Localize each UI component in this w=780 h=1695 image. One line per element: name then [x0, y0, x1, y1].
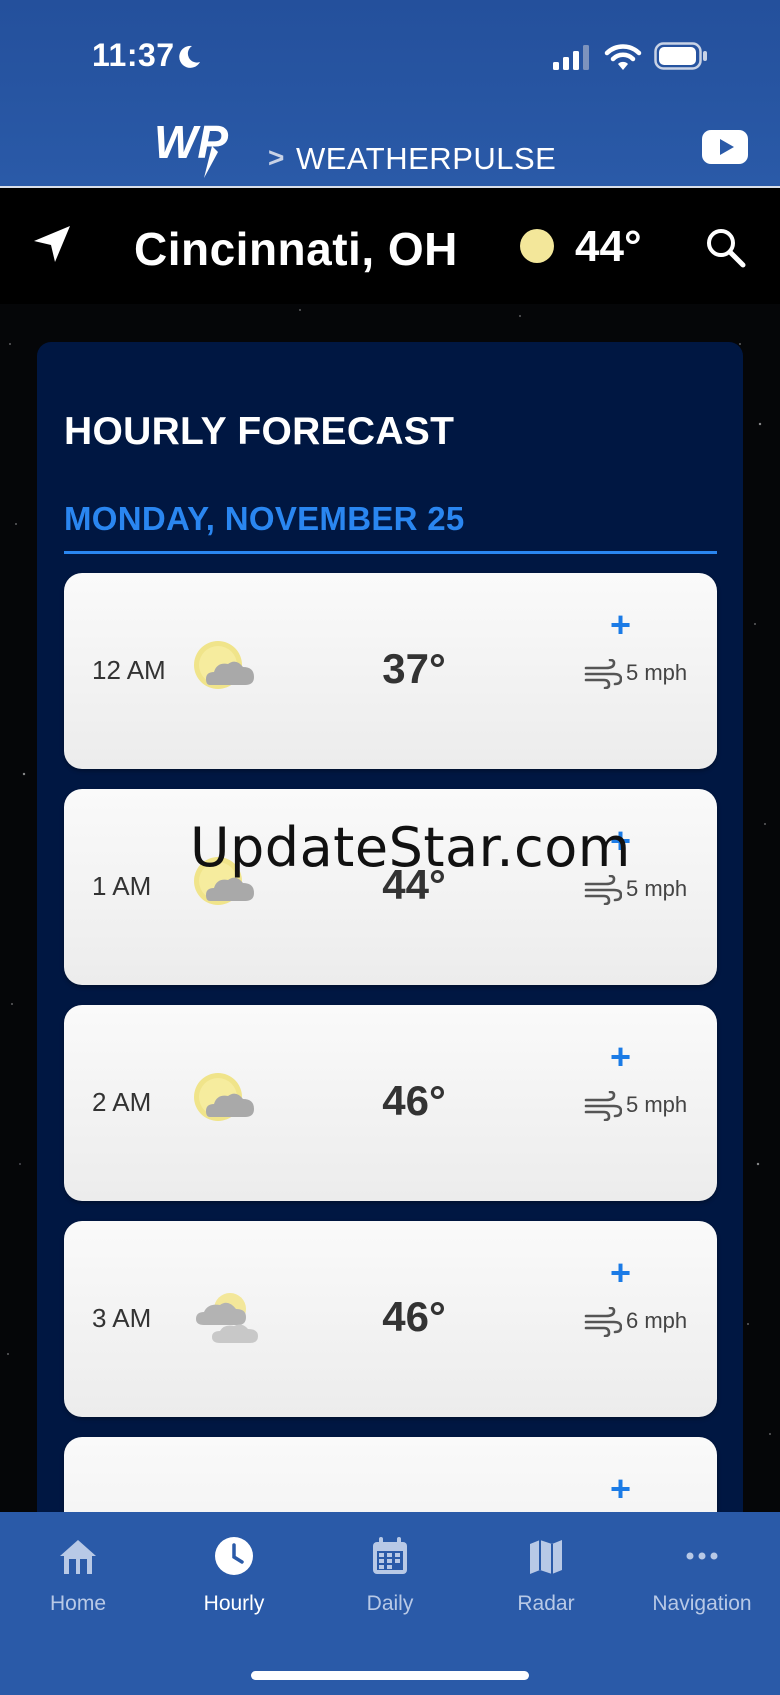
- app-header: 11:37 WP > WEATHERPULSE: [0, 0, 780, 186]
- forecast-date: MONDAY, NOVEMBER 25: [64, 500, 465, 537]
- home-indicator[interactable]: [251, 1671, 529, 1680]
- hour-card[interactable]: 3 AM 46° + 6 mph: [64, 1221, 717, 1417]
- tab-label: Home: [49, 1592, 107, 1615]
- location-name[interactable]: Cincinnati, OH: [134, 222, 458, 276]
- partly-cloudy-icon: [194, 641, 254, 689]
- location-bar: Cincinnati, OH 44°: [0, 188, 780, 304]
- watermark-text: UpdateStar.com: [190, 816, 631, 879]
- hour-temperature: 46°: [382, 1077, 446, 1124]
- tab-label: Daily: [366, 1592, 414, 1615]
- mostly-cloudy-icon: [196, 1293, 258, 1343]
- hour-time: 1 AM: [92, 871, 152, 901]
- brand-separator: >: [268, 142, 285, 173]
- wind-icon: [584, 1091, 622, 1121]
- expand-plus-icon[interactable]: +: [610, 1255, 631, 1291]
- wind-icon: [584, 1307, 622, 1337]
- wifi-icon: [604, 44, 642, 70]
- hour-temperature: 46°: [382, 1293, 446, 1340]
- hour-card[interactable]: 2 AM 46° + 5 mph: [64, 1005, 717, 1201]
- date-divider: [64, 551, 717, 554]
- tab-daily[interactable]: Daily: [312, 1534, 468, 1644]
- status-time: 11:37: [92, 37, 175, 73]
- wind-speed: 5 mph: [626, 660, 688, 685]
- hourly-forecast-panel: HOURLY FORECAST MONDAY, NOVEMBER 25 12 A…: [37, 342, 743, 1542]
- expand-plus-icon[interactable]: +: [610, 1039, 631, 1075]
- tab-navigation[interactable]: Navigation: [624, 1534, 780, 1644]
- partly-cloudy-icon: [194, 1073, 254, 1121]
- tab-radar[interactable]: Radar: [468, 1534, 624, 1644]
- wind-speed: 6 mph: [626, 1308, 688, 1333]
- wind-speed: 5 mph: [626, 876, 688, 901]
- youtube-icon[interactable]: [702, 130, 748, 164]
- clock-icon: [215, 1537, 253, 1575]
- bottom-tab-bar: Home Hourly Daily Radar Navigation: [0, 1512, 780, 1695]
- svg-text:WP: WP: [154, 118, 228, 168]
- hour-temperature: 37°: [382, 645, 446, 692]
- tab-label: Navigation: [652, 1592, 752, 1615]
- more-icon: [686, 1552, 718, 1560]
- weatherpulse-app: 11:37 WP > WEATHERPULSE Cincinnati, OH 4…: [0, 0, 780, 1695]
- hour-time: 3 AM: [92, 1303, 152, 1333]
- sun-icon: [520, 229, 554, 263]
- expand-plus-icon[interactable]: +: [610, 607, 631, 643]
- wind-speed: 5 mph: [626, 1092, 688, 1117]
- brand-name: WEATHERPULSE: [296, 141, 557, 176]
- hour-card[interactable]: 12 AM 37° + 5 mph: [64, 573, 717, 769]
- cellular-signal-icon: [553, 45, 589, 70]
- current-temperature: 44°: [575, 222, 642, 271]
- tab-hourly[interactable]: Hourly: [156, 1534, 312, 1644]
- wind-icon: [584, 659, 622, 689]
- panel-title: HOURLY FORECAST: [64, 410, 455, 453]
- hour-time: 12 AM: [92, 655, 166, 685]
- hour-time: 2 AM: [92, 1087, 152, 1117]
- weatherpulse-logo: WP: [154, 118, 228, 178]
- tab-label: Radar: [517, 1592, 575, 1615]
- moon-icon: [179, 45, 200, 68]
- battery-icon: [654, 42, 707, 70]
- expand-plus-icon[interactable]: +: [610, 1471, 631, 1507]
- home-icon: [60, 1540, 96, 1574]
- tab-home[interactable]: Home: [0, 1534, 156, 1644]
- tab-label: Hourly: [203, 1592, 265, 1615]
- search-icon[interactable]: [704, 226, 746, 268]
- location-arrow-icon[interactable]: [32, 224, 72, 264]
- wind-icon: [584, 875, 622, 905]
- map-icon: [530, 1540, 562, 1574]
- calendar-icon: [373, 1537, 407, 1574]
